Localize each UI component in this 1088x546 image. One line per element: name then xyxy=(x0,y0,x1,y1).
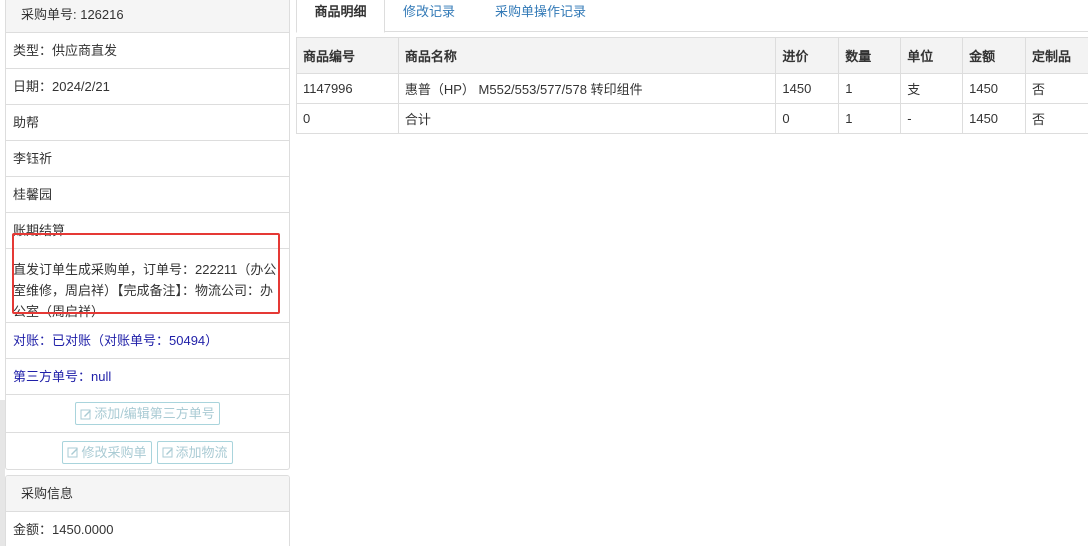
header-purchase-price: 进价 xyxy=(775,37,840,74)
third-party-number: 第三方单号：null xyxy=(6,359,289,395)
table-row: 1147996 惠普（HP） M552/553/577/578 转印组件 145… xyxy=(296,73,1088,104)
cell-quantity: 1 xyxy=(838,103,902,134)
purchase-info-heading: 采购信息 xyxy=(6,476,289,512)
action-button-row: 修改采购单 添加物流 xyxy=(6,433,289,469)
cell-custom: 否 xyxy=(1025,73,1088,104)
add-logistics-button[interactable]: 添加物流 xyxy=(156,440,233,464)
note-highlight-box xyxy=(12,233,280,314)
edit-order-label: 修改采购单 xyxy=(81,444,147,460)
cell-purchase-price: 0 xyxy=(775,103,840,134)
table-header-row: 商品编号 商品名称 进价 数量 单位 金额 定制品 xyxy=(296,37,1088,74)
cell-unit: 支 xyxy=(900,73,964,104)
order-type: 类型：供应商直发 xyxy=(6,33,289,69)
info-row-3: 助帮 xyxy=(6,105,289,141)
table-total-row: 0 合计 0 1 - 1450 否 xyxy=(296,103,1088,134)
cell-quantity: 1 xyxy=(838,73,902,104)
purchase-info-panel: 采购信息 金额：1450.0000 xyxy=(5,475,290,546)
purchase-amount: 金额：1450.0000 xyxy=(13,522,114,537)
product-table: 商品编号 商品名称 进价 数量 单位 金额 定制品 1147996 惠普（HP）… xyxy=(296,37,1088,134)
tab-product-details[interactable]: 商品明细 xyxy=(296,0,385,33)
reconcile-status: 对账：已对账（对账单号：50494） xyxy=(6,323,289,359)
info-row-4: 李钰祈 xyxy=(6,141,289,177)
cell-product-name: 合计 xyxy=(397,103,777,134)
cell-amount: 1450 xyxy=(962,103,1027,134)
cell-product-code: 1147996 xyxy=(296,73,399,104)
edit-icon xyxy=(162,447,173,458)
header-unit: 单位 xyxy=(900,37,964,74)
cell-custom: 否 xyxy=(1025,103,1088,134)
order-date: 日期：2024/2/21 xyxy=(6,69,289,105)
header-custom: 定制品 xyxy=(1025,37,1088,74)
tab-operation-log[interactable]: 采购单操作记录 xyxy=(495,0,586,32)
header-product-code: 商品编号 xyxy=(296,37,399,74)
tab-edit-history[interactable]: 修改记录 xyxy=(403,0,455,32)
edit-third-party-label: 添加/编辑第三方单号 xyxy=(94,406,215,421)
add-logistics-label: 添加物流 xyxy=(175,444,228,460)
third-party-button-row: 添加/编辑第三方单号 xyxy=(6,395,289,433)
edit-order-button[interactable]: 修改采购单 xyxy=(62,440,152,464)
edit-icon xyxy=(80,409,92,419)
cell-purchase-price: 1450 xyxy=(775,73,840,104)
info-row-5: 桂馨园 xyxy=(6,177,289,213)
detail-tabs: 商品明细 修改记录 采购单操作记录 xyxy=(296,0,1088,33)
purchase-order-number: 采购单号: 126216 xyxy=(6,0,289,33)
cell-product-name: 惠普（HP） M552/553/577/578 转印组件 xyxy=(397,73,777,104)
edit-icon xyxy=(67,447,79,458)
cell-amount: 1450 xyxy=(962,73,1027,104)
edit-third-party-button[interactable]: 添加/编辑第三方单号 xyxy=(75,402,220,425)
header-product-name: 商品名称 xyxy=(397,37,777,74)
header-amount: 金额 xyxy=(962,37,1027,74)
cell-product-code: 0 xyxy=(296,103,399,134)
cell-unit: - xyxy=(900,103,964,134)
header-quantity: 数量 xyxy=(838,37,902,74)
